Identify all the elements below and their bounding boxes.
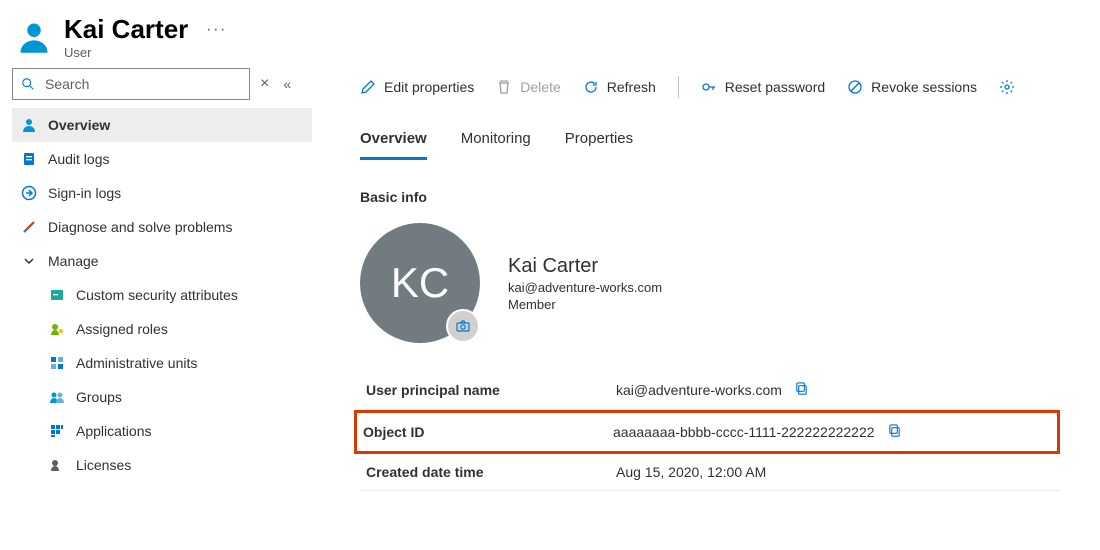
block-icon xyxy=(847,79,863,95)
sidebar-item-label: Sign-in logs xyxy=(48,185,121,201)
prop-label: User principal name xyxy=(366,382,616,398)
sidebar-item-admin-units[interactable]: Administrative units xyxy=(12,346,312,380)
toolbar-label: Refresh xyxy=(607,79,656,95)
sidebar-item-custom-security[interactable]: Custom security attributes xyxy=(12,278,312,312)
tab-properties[interactable]: Properties xyxy=(565,130,633,160)
sidebar-item-signin-logs[interactable]: Sign-in logs xyxy=(12,176,312,210)
tabs: Overview Monitoring Properties xyxy=(360,130,1100,161)
copy-icon xyxy=(887,423,902,438)
prop-row-upn: User principal name kai@adventure-works.… xyxy=(360,371,1060,410)
delete-button: Delete xyxy=(496,79,560,95)
signin-icon xyxy=(20,184,38,202)
sidebar: × « Overview Audit logs Sign-in logs Dia… xyxy=(0,64,320,550)
page-subtitle: User xyxy=(64,45,1084,60)
gear-icon xyxy=(999,79,1015,95)
basic-info-texts: Kai Carter kai@adventure-works.com Membe… xyxy=(508,255,662,312)
avatar-wrap: KC xyxy=(360,223,480,343)
sidebar-item-label: Licenses xyxy=(76,457,131,473)
prop-value: Aug 15, 2020, 12:00 AM xyxy=(616,464,766,480)
units-icon xyxy=(48,354,66,372)
apps-icon xyxy=(48,422,66,440)
user-icon xyxy=(16,19,52,55)
toolbar-label: Edit properties xyxy=(384,79,474,95)
revoke-sessions-button[interactable]: Revoke sessions xyxy=(847,79,977,95)
camera-icon xyxy=(455,318,471,334)
search-icon xyxy=(21,77,35,91)
tools-icon xyxy=(20,218,38,236)
key-icon xyxy=(701,79,717,95)
prop-label: Object ID xyxy=(363,424,613,440)
sidebar-item-licenses[interactable]: Licenses xyxy=(12,448,312,482)
page-title: Kai Carter xyxy=(64,14,188,45)
sidebar-item-label: Applications xyxy=(76,423,152,439)
sidebar-item-label: Manage xyxy=(48,253,99,269)
refresh-button[interactable]: Refresh xyxy=(583,79,656,95)
sidebar-item-groups[interactable]: Groups xyxy=(12,380,312,414)
more-icon[interactable]: ··· xyxy=(206,21,226,39)
tab-monitoring[interactable]: Monitoring xyxy=(461,130,531,160)
sidebar-item-assigned-roles[interactable]: Assigned roles xyxy=(12,312,312,346)
sidebar-item-label: Audit logs xyxy=(48,151,109,167)
prop-row-created: Created date time Aug 15, 2020, 12:00 AM xyxy=(360,454,1060,491)
search-input[interactable] xyxy=(43,75,241,93)
collapse-sidebar-icon[interactable]: « xyxy=(283,76,291,92)
clear-search-icon[interactable]: × xyxy=(260,75,269,93)
prop-label: Created date time xyxy=(366,464,616,480)
user-icon xyxy=(20,116,38,134)
sidebar-item-diagnose[interactable]: Diagnose and solve problems xyxy=(12,210,312,244)
prop-row-object-id: Object ID aaaaaaaa-bbbb-cccc-1111-222222… xyxy=(354,410,1060,454)
chevron-down-icon xyxy=(20,252,38,270)
properties-list: User principal name kai@adventure-works.… xyxy=(360,371,1060,491)
toolbar-label: Revoke sessions xyxy=(871,79,977,95)
pencil-icon xyxy=(360,79,376,95)
copy-upn-button[interactable] xyxy=(794,381,809,399)
sidebar-item-label: Administrative units xyxy=(76,355,197,371)
toolbar-label: Reset password xyxy=(725,79,825,95)
sidebar-item-label: Custom security attributes xyxy=(76,287,238,303)
toolbar-divider xyxy=(678,76,679,98)
role-icon xyxy=(48,320,66,338)
sidebar-item-label: Overview xyxy=(48,117,110,133)
edit-properties-button[interactable]: Edit properties xyxy=(360,79,474,95)
copy-icon xyxy=(794,381,809,396)
sidebar-item-applications[interactable]: Applications xyxy=(12,414,312,448)
copy-object-id-button[interactable] xyxy=(887,423,902,441)
reset-password-button[interactable]: Reset password xyxy=(701,79,825,95)
tab-overview[interactable]: Overview xyxy=(360,130,427,160)
sidebar-item-label: Assigned roles xyxy=(76,321,168,337)
settings-button[interactable] xyxy=(999,79,1015,95)
sidebar-item-overview[interactable]: Overview xyxy=(12,108,312,142)
sidebar-item-audit-logs[interactable]: Audit logs xyxy=(12,142,312,176)
user-display-name: Kai Carter xyxy=(508,255,662,278)
sidebar-item-label: Groups xyxy=(76,389,122,405)
toolbar: Edit properties Delete Refresh Reset pas… xyxy=(360,68,1100,112)
prop-value: kai@adventure-works.com xyxy=(616,382,782,398)
user-type: Member xyxy=(508,297,662,312)
log-icon xyxy=(20,150,38,168)
sidebar-item-label: Diagnose and solve problems xyxy=(48,219,232,235)
sidebar-item-manage[interactable]: Manage xyxy=(12,244,312,278)
prop-value: aaaaaaaa-bbbb-cccc-1111-222222222222 xyxy=(613,424,875,440)
user-email: kai@adventure-works.com xyxy=(508,280,662,295)
groups-icon xyxy=(48,388,66,406)
header-title-block: Kai Carter ··· User xyxy=(64,14,1084,60)
basic-info-heading: Basic info xyxy=(360,189,1100,205)
trash-icon xyxy=(496,79,512,95)
refresh-icon xyxy=(583,79,599,95)
search-box[interactable] xyxy=(12,68,250,100)
change-photo-button[interactable] xyxy=(446,309,480,343)
toolbar-label: Delete xyxy=(520,79,560,95)
badge-icon xyxy=(48,286,66,304)
license-icon xyxy=(48,456,66,474)
